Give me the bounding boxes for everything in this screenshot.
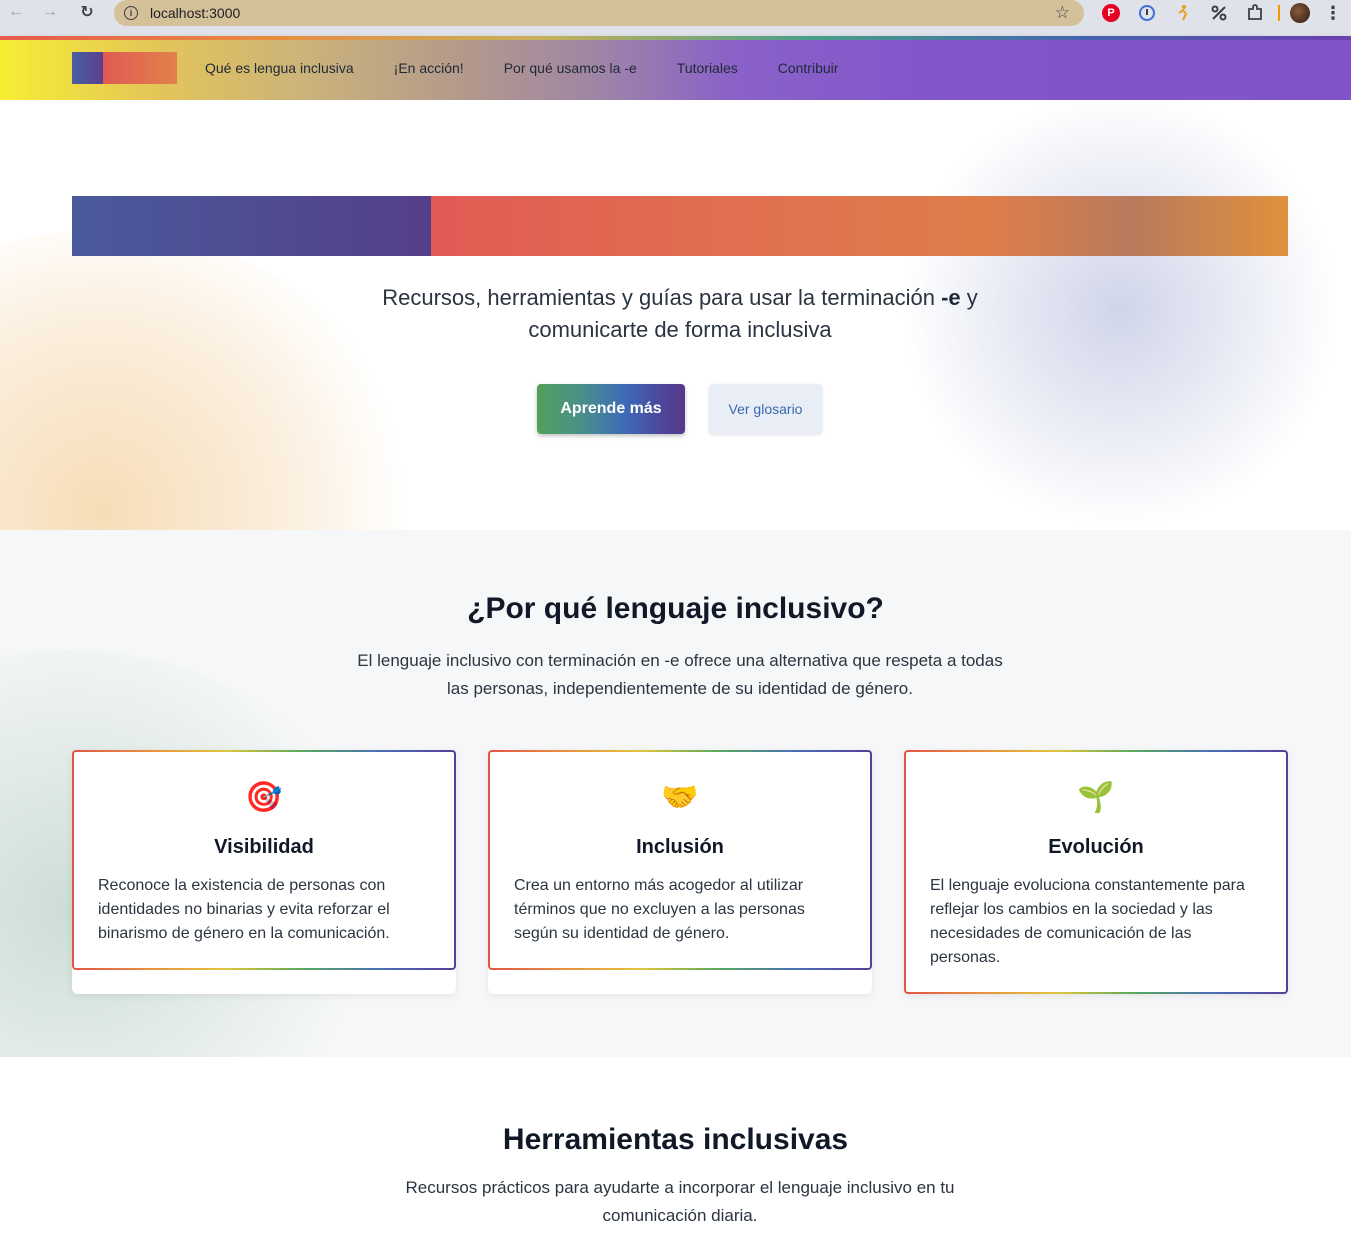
feature-card-inclusion: 🤝 Inclusión Crea un entorno más acogedor…	[488, 750, 872, 970]
why-section: ¿Por qué lenguaje inclusivo? El lenguaje…	[0, 530, 1351, 1057]
onepassword-icon[interactable]	[1134, 2, 1160, 24]
bookmark-star-icon[interactable]: ☆	[1055, 3, 1070, 23]
avatar-icon[interactable]	[1290, 3, 1310, 23]
why-description: El lenguaje inclusivo con terminación en…	[357, 651, 1003, 698]
seedling-icon: 🌱	[1077, 781, 1115, 814]
pinterest-icon[interactable]: P	[1102, 4, 1120, 22]
target-icon: 🎯	[245, 781, 283, 814]
hero-banner-orange	[431, 196, 1288, 256]
why-title: ¿Por qué lenguaje inclusivo?	[467, 592, 884, 625]
tools-title: Herramientas inclusivas	[502, 1123, 849, 1156]
hero-banner-blue	[72, 196, 431, 256]
hero-subtitle-part: Recursos, herramientas y guías para usar…	[382, 285, 942, 310]
site-logo[interactable]	[72, 52, 177, 84]
nav-link-tutoriales[interactable]: Tutoriales	[677, 60, 738, 76]
learn-more-button[interactable]: Aprende más	[537, 384, 685, 434]
toolbar-separator	[1278, 5, 1280, 21]
main-nav: Qué es lengua inclusiva ¡En acción! Por …	[205, 60, 838, 76]
puzzle-icon[interactable]	[1242, 2, 1268, 24]
feature-card-evolucion: 🌱 Evolución El lenguaje evoluciona const…	[904, 750, 1288, 994]
hero-bg-blob-left	[0, 230, 420, 530]
reload-icon[interactable]: ↻	[73, 0, 101, 24]
forward-icon[interactable]: →	[36, 0, 64, 24]
logo-block-blue	[72, 52, 103, 84]
card-text: Reconoce la existencia de personas con i…	[98, 877, 390, 942]
site-header: Qué es lengua inclusiva ¡En acción! Por …	[0, 36, 1351, 100]
card-title: Visibilidad	[214, 836, 314, 858]
percent-icon[interactable]	[1206, 2, 1232, 24]
hero-banner	[72, 196, 1288, 256]
nav-link-contribuir[interactable]: Contribuir	[778, 60, 839, 76]
nav-link-por-que[interactable]: Por qué usamos la -e	[504, 60, 637, 76]
glossary-button[interactable]: Ver glosario	[709, 384, 822, 434]
logo-block-orange	[103, 52, 177, 84]
tools-section: Herramientas inclusivas Recursos práctic…	[0, 1057, 1351, 1235]
nav-link-que-es[interactable]: Qué es lengua inclusiva	[205, 60, 354, 76]
card-title: Inclusión	[636, 836, 724, 858]
address-bar[interactable]: i localhost:3000 ☆	[114, 0, 1084, 26]
header-accent-line	[0, 36, 1351, 40]
tools-description: Recursos prácticos para ayudarte a incor…	[405, 1178, 955, 1225]
card-text: Crea un entorno más acogedor al utilizar…	[514, 877, 805, 942]
back-icon[interactable]: ←	[2, 0, 30, 24]
feature-card-visibilidad: 🎯 Visibilidad Reconoce la existencia de …	[72, 750, 456, 970]
browser-menu-icon[interactable]: ⋮	[1320, 2, 1346, 24]
nav-link-en-accion[interactable]: ¡En acción!	[394, 60, 464, 76]
hero-subtitle: Recursos, herramientas y guías para usar…	[340, 282, 1020, 346]
hero-subtitle-bold: -e	[941, 285, 961, 310]
handshake-icon: 🤝	[661, 781, 699, 814]
extensions-area: P ⋮	[1098, 2, 1346, 24]
card-title: Evolución	[1048, 836, 1144, 858]
browser-toolbar: ← → ↻ i localhost:3000 ☆ P ⋮	[0, 0, 1351, 36]
hero-section: Recursos, herramientas y guías para usar…	[0, 100, 1351, 530]
runner-icon[interactable]	[1170, 2, 1196, 24]
site-info-icon[interactable]: i	[124, 6, 138, 20]
url-text[interactable]: localhost:3000	[150, 5, 240, 21]
card-text: El lenguaje evoluciona constantemente pa…	[930, 877, 1245, 966]
